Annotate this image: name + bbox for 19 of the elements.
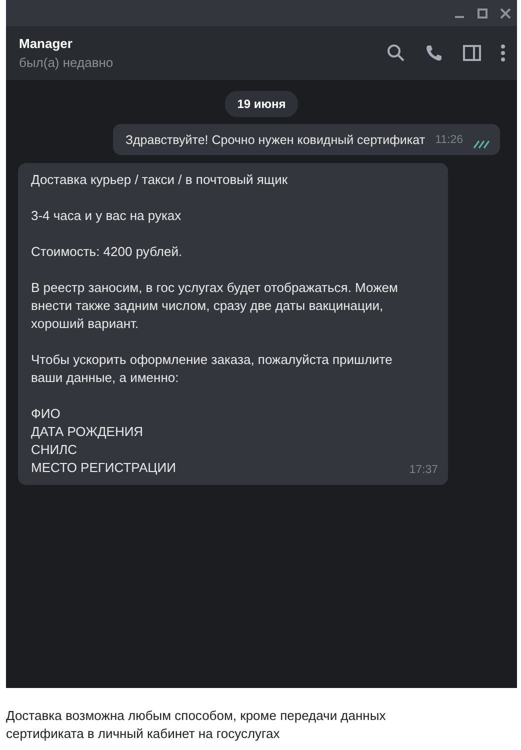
more-icon[interactable]	[501, 44, 505, 62]
sidebar-icon[interactable]	[463, 45, 481, 61]
message-time: 11:26	[435, 132, 463, 148]
message-text: 3-4 часа и у вас на руках	[31, 207, 182, 225]
message-text: В реестр заносим, в гос услугах будет отображаться. Можем внести также задним числом, сразу две даты вакцинации, хороший вариант.	[31, 279, 399, 333]
search-icon[interactable]	[387, 44, 405, 62]
message-time: 17:37	[409, 462, 438, 478]
caption: Доставка возможна любым способом, кроме передачи данных сертификата в личный кабинет на госуслугах	[6, 707, 387, 743]
date-badge: 19 июня	[225, 91, 298, 117]
message-text: Стоимость: 4200 рублей.	[31, 243, 182, 261]
phone-icon[interactable]	[425, 44, 443, 62]
message-text: Здравствуйте! Срочно нужен ковидный сертификат	[125, 132, 426, 149]
message-text: Доставка курьер / такси / в почтовый ящик	[31, 171, 288, 189]
chat-status: был(а) недавно	[19, 54, 114, 72]
close-icon[interactable]	[500, 8, 511, 18]
message-text: ФИО ДАТА РОЖДЕНИЯ СНИЛС МЕСТО РЕГИСТРАЦИИ	[31, 405, 176, 477]
maximize-icon[interactable]	[477, 8, 488, 18]
chat-title: Manager	[19, 34, 74, 53]
message-text: Чтобы ускорить оформление заказа, пожалуйста пришлите ваши данные, а именно:	[31, 351, 394, 387]
